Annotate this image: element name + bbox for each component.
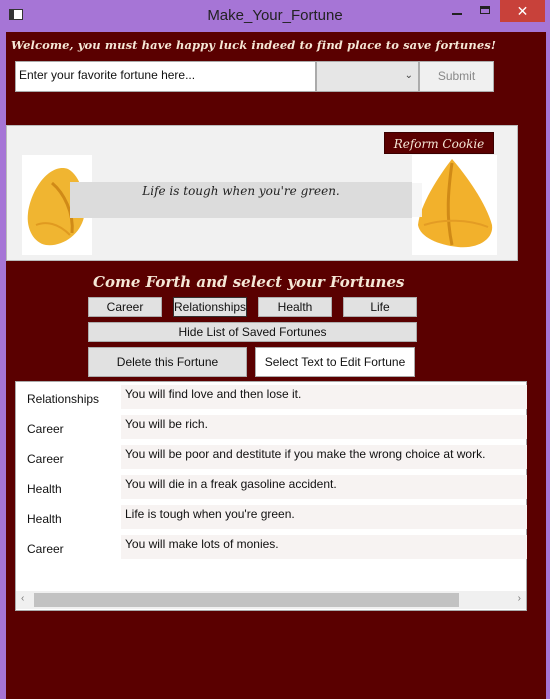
row-fortune[interactable]: You will die in a freak gasoline acciden… [121, 475, 527, 499]
maximize-button[interactable] [474, 0, 498, 22]
row-fortune[interactable]: You will be rich. [121, 415, 527, 439]
row-category[interactable]: Relationships [27, 392, 99, 406]
hide-list-button[interactable]: Hide List of Saved Fortunes [88, 322, 417, 342]
submit-button[interactable]: Submit [419, 61, 494, 92]
close-button[interactable]: ✕ [500, 0, 545, 22]
edit-fortune-field[interactable]: Select Text to Edit Fortune [255, 347, 415, 377]
row-category[interactable]: Health [27, 482, 62, 496]
delete-fortune-button[interactable]: Delete this Fortune [88, 347, 247, 377]
life-button[interactable]: Life [343, 297, 417, 317]
title-bar: Make_Your_Fortune ✕ [0, 0, 550, 32]
current-fortune: Life is tough when you're green. [142, 184, 340, 198]
scroll-right-icon[interactable]: › [518, 593, 521, 604]
horizontal-scrollbar[interactable]: ‹ › [16, 591, 526, 609]
minimize-button[interactable] [440, 0, 474, 22]
row-category[interactable]: Career [27, 452, 64, 466]
row-category[interactable]: Career [27, 542, 64, 556]
career-button[interactable]: Career [88, 297, 162, 317]
relationships-button[interactable]: Relationships [173, 297, 247, 317]
chevron-down-icon: ⌄ [404, 70, 413, 81]
row-category[interactable]: Career [27, 422, 64, 436]
health-button[interactable]: Health [258, 297, 332, 317]
row-fortune[interactable]: You will make lots of monies. [121, 535, 527, 559]
row-fortune[interactable]: You will be poor and destitute if you ma… [121, 445, 527, 469]
row-category[interactable]: Health [27, 512, 62, 526]
row-fortune[interactable]: Life is tough when you're green. [121, 505, 527, 529]
scrollbar-thumb[interactable] [34, 593, 459, 607]
fortune-input[interactable]: Enter your favorite fortune here... [15, 61, 316, 92]
fortunes-heading: Come Forth and select your Fortunes [93, 273, 405, 291]
category-select[interactable]: ⌄ [316, 61, 419, 92]
reform-cookie-button[interactable]: Reform Cookie [384, 132, 494, 154]
welcome-message: Welcome, you must have happy luck indeed… [11, 38, 496, 52]
row-fortune[interactable]: You will find love and then lose it. [121, 385, 527, 409]
scroll-left-icon[interactable]: ‹ [21, 593, 24, 604]
fortune-cookie-right-icon [412, 155, 497, 255]
